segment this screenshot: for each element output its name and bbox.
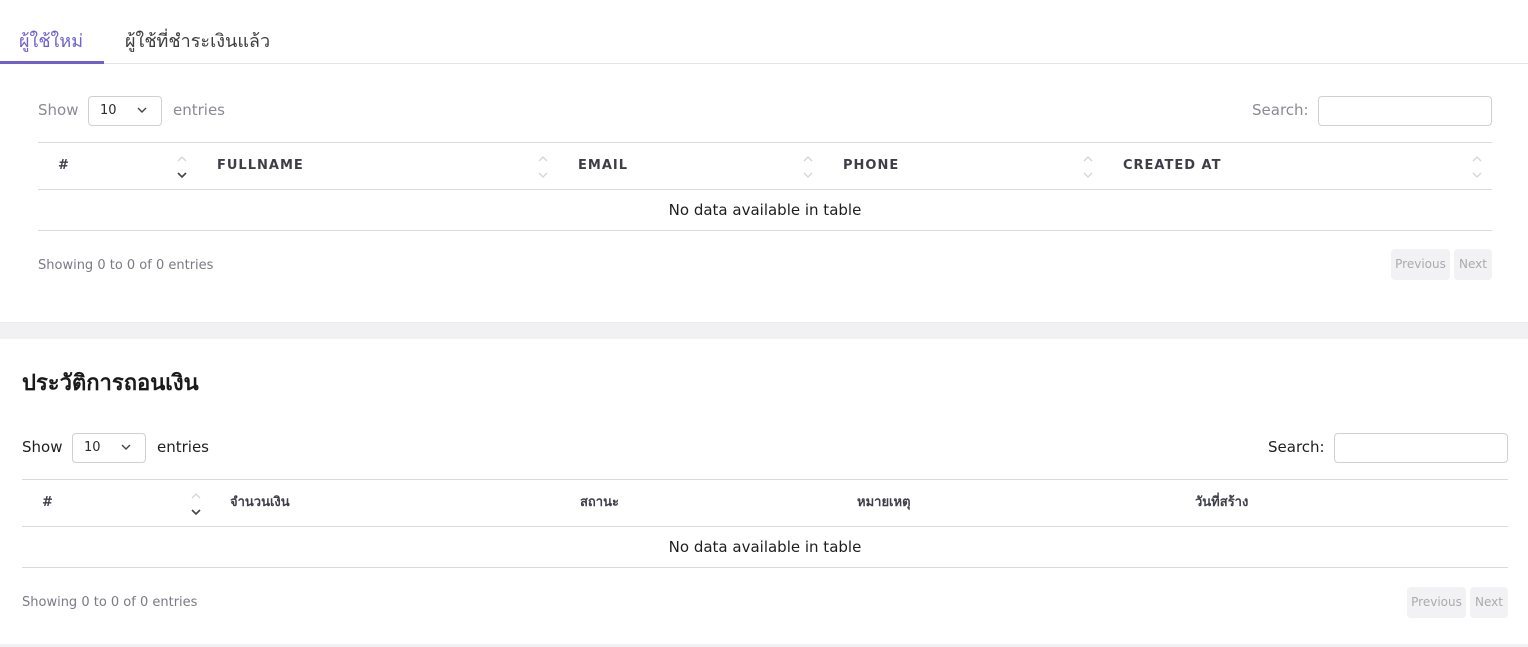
show-label: Show (38, 101, 79, 119)
col-header-index[interactable]: # (42, 480, 53, 526)
empty-table-message: No data available in table (38, 190, 1492, 231)
empty-table-message: No data available in table (22, 527, 1508, 568)
col-header-email[interactable]: EMAIL (578, 143, 628, 189)
entries-length-select[interactable]: 10 (88, 96, 162, 126)
col-header-index[interactable]: # (58, 143, 70, 189)
table-info: Showing 0 to 0 of 0 entries (38, 258, 214, 273)
sort-icon (803, 156, 813, 178)
table-header: # จำนวนเงิน สถานะ หมายเหตุ วันที่สร้าง (22, 479, 1508, 527)
search-label: Search: (1268, 438, 1325, 456)
entries-length-value: 10 (100, 103, 117, 118)
col-header-amount[interactable]: จำนวนเงิน (230, 480, 290, 526)
next-button[interactable]: Next (1454, 249, 1492, 280)
page-title: ประวัติการถอนเงิน (22, 371, 199, 396)
chevron-down-icon (137, 107, 147, 113)
sort-icon (177, 156, 187, 179)
search-label: Search: (1252, 101, 1309, 119)
chevron-down-icon (121, 444, 131, 450)
col-header-phone[interactable]: PHONE (843, 143, 899, 189)
tab-new-users[interactable]: ผู้ใช้ใหม่ (19, 30, 83, 54)
sort-icon (1472, 156, 1482, 178)
show-label: Show (22, 438, 63, 456)
withdraw-history-card: ประวัติการถอนเงิน Show 10 entries Search… (0, 339, 1528, 644)
sort-icon (538, 156, 548, 178)
table-info: Showing 0 to 0 of 0 entries (22, 595, 198, 610)
entries-length-select[interactable]: 10 (72, 433, 146, 463)
users-card: ผู้ใช้ใหม่ ผู้ใช้ที่ชำระเงินแล้ว Show 10… (0, 0, 1528, 323)
col-header-status[interactable]: สถานะ (580, 480, 619, 526)
col-header-created-date[interactable]: วันที่สร้าง (1195, 480, 1248, 526)
table-header: # FULLNAME EMAIL PHONE CREATED AT (38, 142, 1492, 190)
col-header-created-at[interactable]: CREATED AT (1123, 143, 1221, 189)
entries-label: entries (173, 101, 225, 119)
previous-button[interactable]: Previous (1407, 587, 1466, 618)
previous-button[interactable]: Previous (1391, 249, 1450, 280)
next-button[interactable]: Next (1470, 587, 1508, 618)
col-header-note[interactable]: หมายเหตุ (857, 480, 911, 526)
entries-length-value: 10 (84, 440, 101, 455)
active-tab-indicator (0, 61, 104, 64)
search-input[interactable] (1318, 96, 1492, 126)
sort-icon (191, 493, 201, 516)
search-input[interactable] (1334, 433, 1508, 463)
user-tabs: ผู้ใช้ใหม่ ผู้ใช้ที่ชำระเงินแล้ว (0, 0, 1528, 64)
sort-icon (1083, 156, 1093, 178)
entries-label: entries (157, 438, 209, 456)
tab-paid-users[interactable]: ผู้ใช้ที่ชำระเงินแล้ว (125, 30, 270, 54)
col-header-fullname[interactable]: FULLNAME (217, 143, 304, 189)
